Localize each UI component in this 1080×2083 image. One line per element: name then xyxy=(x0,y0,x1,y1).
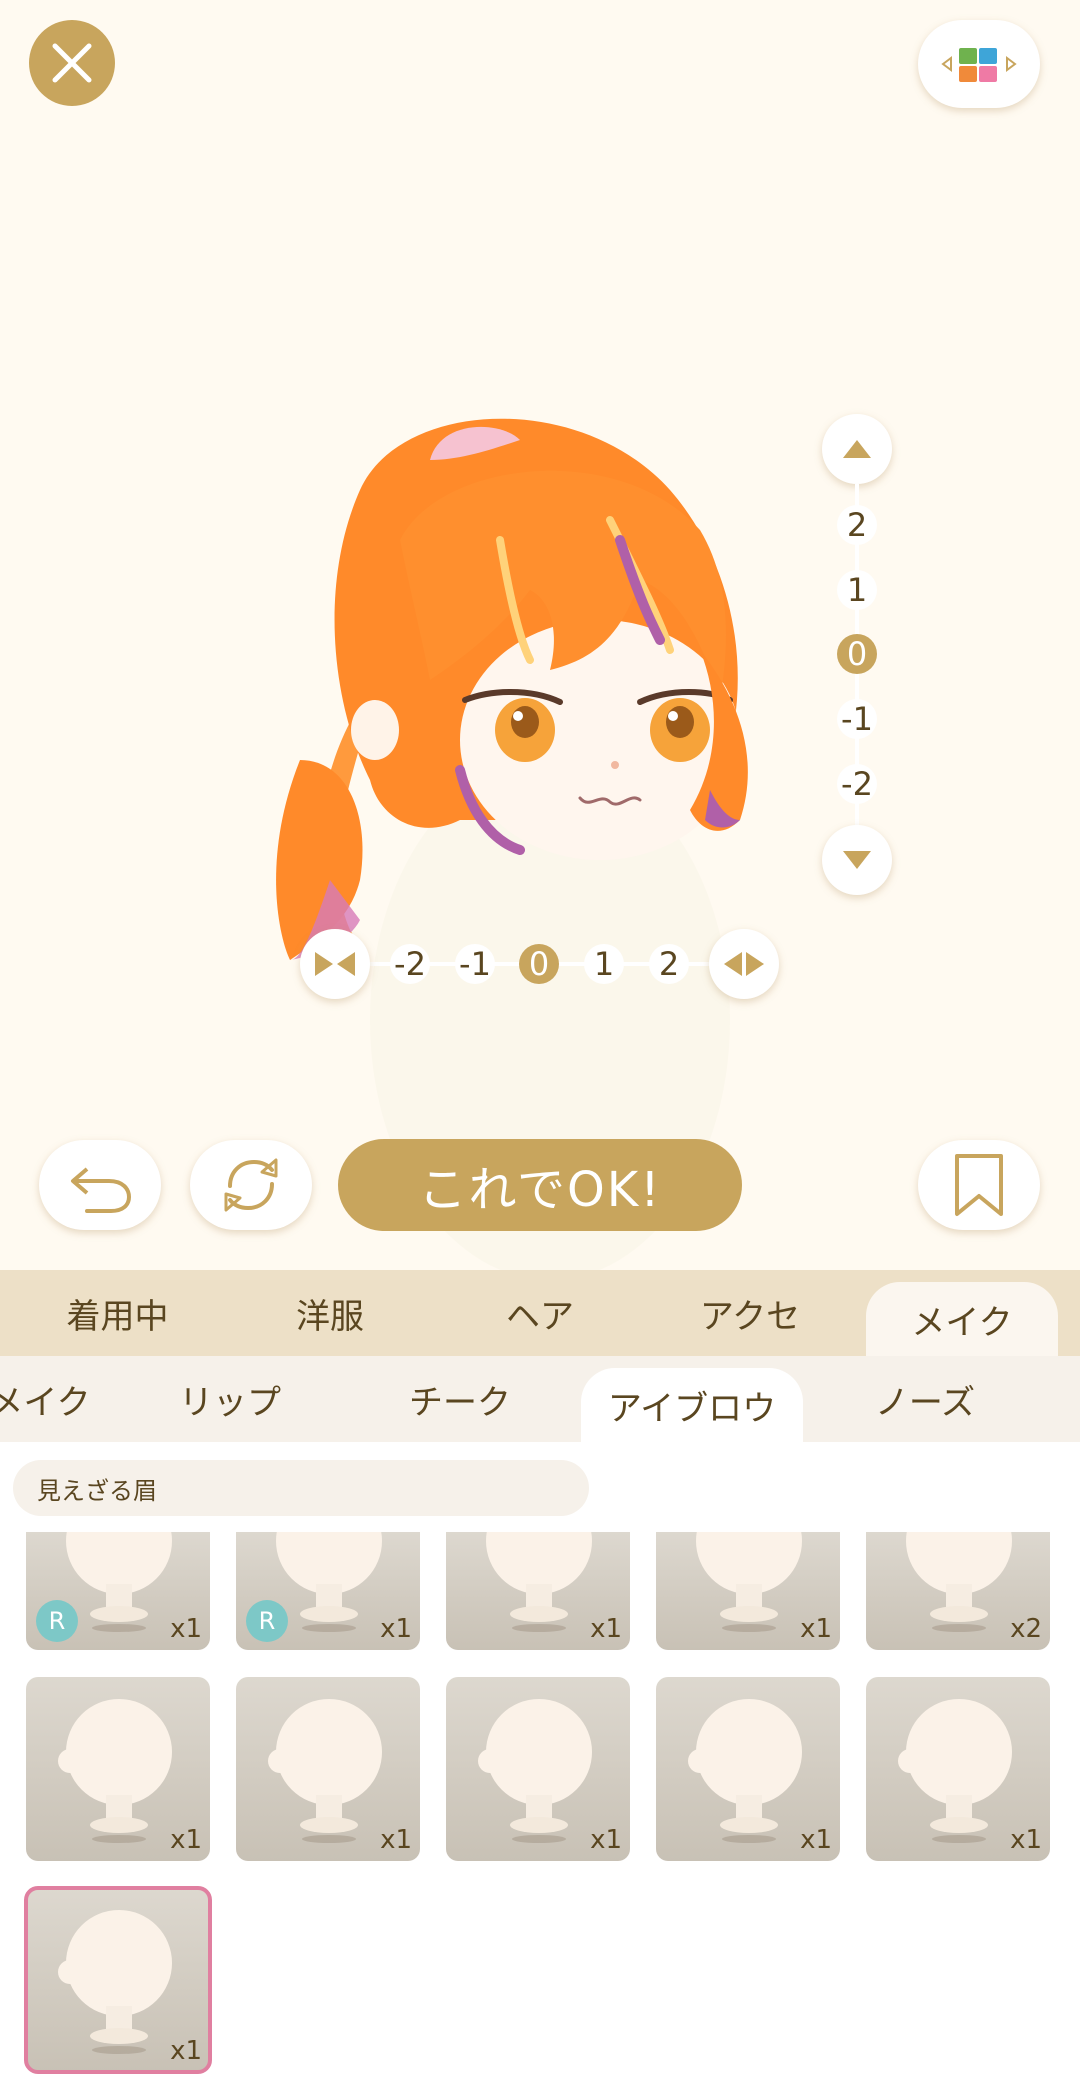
widen-button[interactable] xyxy=(709,929,779,999)
vertical-level-minus-2[interactable]: -2 xyxy=(837,764,877,804)
vertical-level-1[interactable]: 1 xyxy=(837,570,877,610)
subtab-eyebrow[interactable]: アイブロウ xyxy=(581,1368,803,1442)
widen-icon xyxy=(724,952,764,976)
tab-hair[interactable]: ヘア xyxy=(435,1270,645,1356)
color-switch-button[interactable] xyxy=(918,20,1040,108)
item-tile[interactable]: x1 xyxy=(446,1677,630,1861)
triangle-down-icon xyxy=(843,851,871,869)
tab-clothes[interactable]: 洋服 xyxy=(235,1270,425,1356)
tab-makeup[interactable]: メイク xyxy=(866,1282,1058,1356)
item-tile-selected[interactable]: x1 xyxy=(24,1886,212,2074)
vertical-level-0[interactable]: 0 xyxy=(837,634,877,674)
width-level-2[interactable]: 2 xyxy=(649,944,689,984)
item-quantity: x1 xyxy=(800,1825,832,1855)
item-tile[interactable]: x2 xyxy=(866,1532,1050,1650)
bookmark-button[interactable] xyxy=(918,1140,1040,1230)
tab-accessory[interactable]: アクセ xyxy=(645,1270,855,1356)
bookmark-icon xyxy=(955,1154,1003,1216)
item-quantity: x1 xyxy=(380,1614,412,1644)
refresh-button[interactable] xyxy=(190,1140,312,1230)
item-tile[interactable]: x1 xyxy=(656,1532,840,1650)
item-quantity: x1 xyxy=(1010,1825,1042,1855)
vertical-level-minus-1[interactable]: -1 xyxy=(837,699,877,739)
rarity-badge: R xyxy=(36,1600,78,1642)
subtab-nose[interactable]: ノーズ xyxy=(845,1356,1005,1442)
narrow-icon xyxy=(315,952,355,976)
tab-wearing[interactable]: 着用中 xyxy=(0,1270,235,1356)
item-quantity: x1 xyxy=(800,1614,832,1644)
undo-button[interactable] xyxy=(39,1140,161,1230)
vertical-level-2[interactable]: 2 xyxy=(837,505,877,545)
subtab-lip[interactable]: リップ xyxy=(150,1356,310,1442)
item-tile[interactable]: x1 xyxy=(446,1532,630,1650)
item-quantity: x1 xyxy=(590,1614,622,1644)
narrow-button[interactable] xyxy=(300,929,370,999)
category-tab-bar: 着用中 洋服 ヘア アクセ メイク xyxy=(0,1270,1080,1356)
item-tile[interactable]: x1 xyxy=(866,1677,1050,1861)
item-tile[interactable]: x1 xyxy=(26,1677,210,1861)
width-level-1[interactable]: 1 xyxy=(584,944,624,984)
item-name-label: 見えざる眉 xyxy=(13,1460,589,1516)
close-icon xyxy=(52,43,92,83)
subtab-cheek[interactable]: チーク xyxy=(380,1356,540,1442)
move-up-button[interactable] xyxy=(822,414,892,484)
move-down-button[interactable] xyxy=(822,825,892,895)
undo-icon xyxy=(71,1167,132,1213)
item-tile[interactable]: R x1 xyxy=(26,1532,210,1650)
subtab-makeup[interactable]: メイク xyxy=(0,1356,110,1442)
item-tile[interactable]: R x1 xyxy=(236,1532,420,1650)
item-tile[interactable]: x1 xyxy=(236,1677,420,1861)
width-level-minus-1[interactable]: -1 xyxy=(455,944,495,984)
sub-tab-bar: メイク リップ チーク アイブロウ ノーズ xyxy=(0,1356,1080,1442)
close-button[interactable] xyxy=(29,20,115,106)
item-quantity: x1 xyxy=(590,1825,622,1855)
rarity-badge: R xyxy=(246,1600,288,1642)
item-quantity: x1 xyxy=(380,1825,412,1855)
triangle-up-icon xyxy=(843,440,871,458)
width-level-minus-2[interactable]: -2 xyxy=(390,944,430,984)
item-grid: 見えざる眉 R x1 R x1 x1 x1 x2 x1 x1 x1 x1 x1 … xyxy=(0,1442,1080,2083)
item-tile[interactable]: x1 xyxy=(656,1677,840,1861)
item-quantity: x1 xyxy=(170,2036,202,2066)
item-quantity: x2 xyxy=(1010,1614,1042,1644)
item-quantity: x1 xyxy=(170,1825,202,1855)
item-quantity: x1 xyxy=(170,1614,202,1644)
refresh-icon xyxy=(224,1158,278,1212)
width-level-0[interactable]: 0 xyxy=(519,944,559,984)
ok-button[interactable]: これでOK! xyxy=(338,1139,742,1231)
color-palette-switch-icon xyxy=(941,48,1017,82)
